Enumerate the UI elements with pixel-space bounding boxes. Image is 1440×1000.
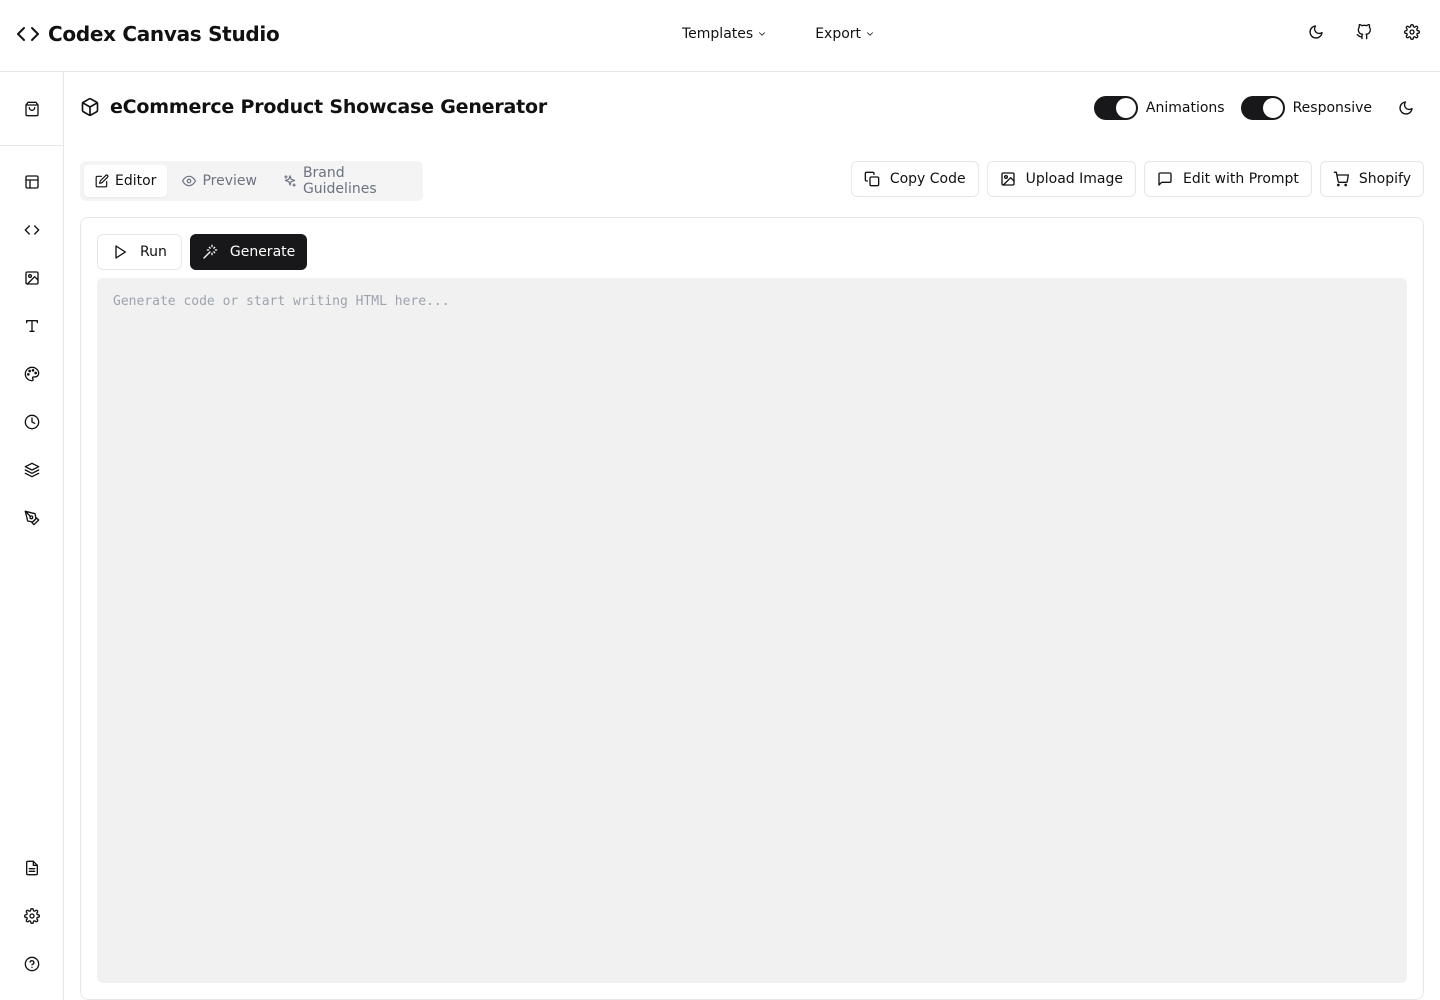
run-label: Run — [140, 244, 167, 260]
top-right-actions — [1308, 24, 1420, 40]
code-icon[interactable] — [24, 222, 40, 238]
image-icon[interactable] — [24, 270, 40, 286]
shopify-button[interactable]: Shopify — [1319, 161, 1424, 197]
gear-icon[interactable] — [24, 908, 40, 924]
shopping-bag-icon[interactable] — [24, 101, 40, 117]
page-header: eCommerce Product Showcase Generator — [80, 96, 547, 118]
tab-preview-label: Preview — [202, 173, 257, 189]
edit-icon — [95, 174, 109, 188]
eye-icon — [182, 174, 197, 188]
export-menu-button[interactable]: Export — [803, 22, 887, 46]
editor-toolbar: Run Generate — [97, 234, 308, 270]
edit-with-prompt-label: Edit with Prompt — [1182, 171, 1299, 187]
app-title: Codex Canvas Studio — [48, 22, 280, 46]
responsive-toggle[interactable] — [1240, 96, 1285, 120]
edit-with-prompt-button[interactable]: Edit with Prompt — [1143, 161, 1312, 197]
tab-editor[interactable]: Editor — [84, 165, 168, 197]
image-icon — [1000, 171, 1016, 187]
top-bar: Codex Canvas Studio Templates Export — [0, 0, 1440, 72]
editor-panel: Run Generate — [80, 217, 1424, 1000]
generate-label: Generate — [229, 244, 296, 260]
upload-image-label: Upload Image — [1025, 171, 1123, 187]
shopify-label: Shopify — [1358, 171, 1411, 187]
export-menu-label: Export — [815, 26, 862, 42]
run-button[interactable]: Run — [97, 234, 182, 270]
brand[interactable]: Codex Canvas Studio — [16, 22, 280, 46]
upload-image-button[interactable]: Upload Image — [986, 161, 1136, 197]
sidebar-top — [0, 72, 63, 146]
box-icon — [80, 97, 100, 117]
sidebar — [0, 72, 64, 1000]
clock-icon[interactable] — [24, 414, 40, 430]
wand-icon — [202, 244, 218, 260]
copy-icon — [864, 171, 880, 187]
palette-icon[interactable] — [24, 366, 40, 382]
chevron-down-icon — [865, 29, 875, 39]
layers-icon[interactable] — [24, 462, 40, 478]
tab-preview[interactable]: Preview — [171, 165, 268, 197]
moon-icon[interactable] — [1398, 100, 1414, 116]
tab-editor-label: Editor — [115, 173, 157, 189]
page-title: eCommerce Product Showcase Generator — [110, 96, 548, 118]
animations-toggle[interactable] — [1093, 96, 1138, 120]
code-editor[interactable] — [97, 278, 1407, 983]
templates-menu-label: Templates — [682, 26, 754, 42]
tab-brand-guidelines-label: Brand Guidelines — [302, 165, 377, 197]
templates-menu-button[interactable]: Templates — [670, 22, 779, 46]
action-buttons: Copy Code Upload Image Edit with Prompt … — [850, 161, 1424, 197]
chevron-down-icon — [757, 29, 767, 39]
generate-button[interactable]: Generate — [189, 234, 308, 270]
moon-icon[interactable] — [1308, 24, 1324, 40]
copy-code-button[interactable]: Copy Code — [850, 161, 979, 197]
animations-toggle-label: Animations — [1145, 100, 1225, 116]
view-tabs: Editor Preview Brand Guidelines — [80, 161, 423, 201]
message-square-icon — [1157, 171, 1173, 187]
gear-icon[interactable] — [1404, 24, 1420, 40]
github-icon[interactable] — [1356, 24, 1372, 40]
code-brackets-icon — [16, 22, 40, 46]
sparkles-icon — [283, 174, 297, 188]
file-text-icon[interactable] — [24, 860, 40, 876]
tab-brand-guidelines[interactable]: Brand Guidelines — [272, 165, 419, 197]
type-icon[interactable] — [24, 318, 40, 334]
play-icon — [112, 244, 128, 260]
top-nav: Templates Export — [670, 22, 887, 46]
animations-toggle-group: Animations — [1093, 96, 1225, 120]
copy-code-label: Copy Code — [889, 171, 966, 187]
responsive-toggle-group: Responsive — [1240, 96, 1372, 120]
layout-icon[interactable] — [24, 174, 40, 190]
shopping-cart-icon — [1333, 171, 1349, 187]
responsive-toggle-label: Responsive — [1292, 100, 1372, 116]
header-toggles: Animations Responsive — [1093, 96, 1414, 120]
help-circle-icon[interactable] — [24, 956, 40, 972]
pen-tool-icon[interactable] — [24, 510, 40, 526]
